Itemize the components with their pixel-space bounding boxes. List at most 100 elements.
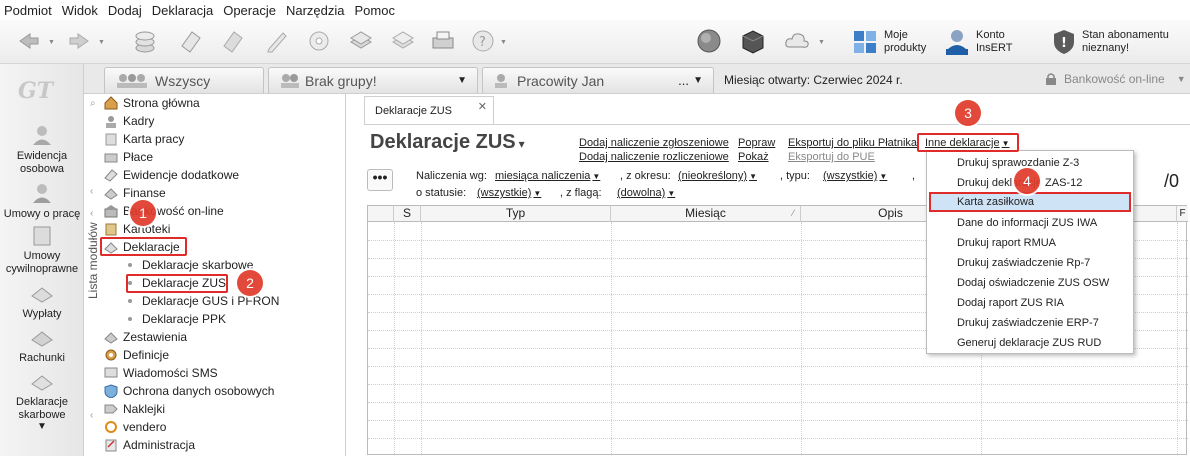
filter-flaga-select[interactable]: (dowolna) ▼ (617, 187, 675, 199)
menu-dodaj[interactable]: Dodaj (108, 3, 142, 18)
strip-scroll-down-icon[interactable]: ▼ (0, 420, 84, 433)
chevron-down-icon[interactable]: ▼ (693, 75, 703, 86)
module-vendero[interactable]: vendero (104, 418, 166, 436)
eraser-icon[interactable] (176, 26, 206, 56)
menu-item-rp7[interactable]: Drukuj zaświadczenie Rp-7 (929, 253, 1131, 273)
module-karta-pracy[interactable]: Karta pracy (104, 130, 184, 148)
column-header-typ[interactable]: Typ (421, 206, 611, 222)
close-icon[interactable]: ✕ (478, 100, 487, 113)
module-place[interactable]: Płace (104, 148, 153, 166)
table-row[interactable] (368, 366, 1188, 367)
tab-wszyscy[interactable]: Wszyscy (104, 67, 264, 93)
strip-rachunki[interactable]: Rachunki (0, 326, 84, 365)
module-naklejki[interactable]: Naklejki (104, 400, 165, 418)
strip-umowy-cywilnoprawne[interactable]: Umowy cywilnoprawne (0, 224, 84, 276)
module-definicje[interactable]: Definicje (104, 346, 169, 364)
strip-deklaracje-skarbowe[interactable]: Deklaracje skarbowe (0, 370, 84, 422)
chevron-down-icon[interactable]: ▾ (519, 137, 525, 151)
table-row[interactable] (368, 402, 1188, 403)
stack-alt-icon[interactable] (388, 26, 418, 56)
konto-insert-button[interactable]: Konto InsERT (944, 26, 1012, 58)
page-title[interactable]: Deklaracje ZUS ▾ (370, 131, 525, 154)
strip-umowy-o-prace[interactable]: Umowy o pracę (0, 182, 84, 221)
module-kadry[interactable]: Kadry (104, 112, 154, 130)
cloud-dropdown-icon[interactable]: ▼ (818, 39, 825, 46)
eraser-alt-icon[interactable] (218, 26, 248, 56)
module-zestawienia[interactable]: Zestawienia (104, 328, 187, 346)
column-header-s[interactable]: S (394, 206, 421, 222)
module-deklaracje[interactable]: Deklaracje (104, 238, 180, 256)
stack-icon[interactable] (346, 26, 376, 56)
module-strona-glowna[interactable]: Strona główna (104, 94, 200, 112)
forward-dropdown-icon[interactable]: ▼ (98, 39, 105, 46)
collapse-left-icon[interactable]: ‹ (90, 410, 93, 421)
globe-icon[interactable] (694, 26, 724, 56)
menu-widok[interactable]: Widok (62, 3, 98, 18)
menu-item-karta-zasilkowa[interactable]: Karta zasiłkowa (929, 192, 1131, 212)
chevron-down-icon[interactable]: ▼ (1177, 74, 1186, 84)
module-administracja[interactable]: Administracja (104, 436, 195, 454)
help-icon[interactable]: ? (468, 26, 498, 56)
menu-podmiot[interactable]: Podmiot (4, 3, 52, 18)
tag-icon[interactable] (304, 26, 334, 56)
menu-item-zus-iwa[interactable]: Dane do informacji ZUS IWA (929, 213, 1131, 233)
menu-item-rmua[interactable]: Drukuj raport RMUA (929, 233, 1131, 253)
add-zgloszeniowe-link[interactable]: Dodaj naliczenie zgłoszeniowe (579, 137, 729, 149)
pokaz-link[interactable]: Pokaż (738, 151, 769, 163)
module-list-vertical-label[interactable]: Lista modułów (84, 94, 104, 456)
tab-brak-grupy[interactable]: Brak grupy! ▼ (268, 67, 478, 93)
submodule-deklaracje-zus[interactable]: Deklaracje ZUS (128, 274, 226, 292)
module-ochrona-danych[interactable]: Ochrona danych osobowych (104, 382, 274, 400)
online-banking-button[interactable]: Bankowość on-line ▼ (1044, 72, 1186, 86)
menu-item-erp7[interactable]: Drukuj zaświadczenie ERP-7 (929, 313, 1131, 333)
menu-deklaracja[interactable]: Deklaracja (152, 3, 213, 18)
printer-icon[interactable] (428, 26, 458, 56)
help-dropdown-icon[interactable]: ▼ (500, 39, 507, 46)
export-platnik-link[interactable]: Eksportuj do pliku Płatnika (788, 137, 917, 149)
menu-narzedzia[interactable]: Narzędzia (286, 3, 345, 18)
table-row[interactable] (368, 438, 1188, 439)
back-arrow-icon[interactable] (14, 26, 44, 56)
module-wiadomosci-sms[interactable]: Wiadomości SMS (104, 364, 218, 382)
module-ewidencje-dodatkowe[interactable]: Ewidencje dodatkowe (104, 166, 239, 184)
filter-okres-select[interactable]: (nieokreślony) ▼ (678, 170, 757, 182)
table-row[interactable] (368, 420, 1188, 421)
box-icon[interactable] (738, 26, 768, 56)
submodule-deklaracje-gus-pfron[interactable]: Deklaracje GUS i PFRON (128, 292, 279, 310)
more-options-button[interactable]: ••• (367, 169, 393, 191)
filter-status-select[interactable]: (wszystkie) ▼ (477, 187, 541, 199)
cloud-icon[interactable] (782, 26, 812, 56)
strip-wyplaty[interactable]: Wypłaty (0, 282, 84, 321)
module-bankowosc[interactable]: Bankowość on-line (104, 202, 224, 220)
submodule-deklaracje-skarbowe[interactable]: Deklaracje skarbowe (128, 256, 253, 274)
collapse-left-icon[interactable]: ‹ (90, 208, 93, 219)
menu-item-zus-ria[interactable]: Dodaj raport ZUS RIA (929, 293, 1131, 313)
popraw-link[interactable]: Popraw (738, 137, 775, 149)
table-row[interactable] (368, 384, 1188, 385)
tab-employee[interactable]: Pracowity Jan ... ▼ (482, 67, 714, 93)
inne-deklaracje-link[interactable]: Inne deklaracje ▼ (925, 137, 1010, 149)
moje-produkty-button[interactable]: Moje produkty (852, 26, 926, 58)
menu-item-zus-rud[interactable]: Generuj deklaracje ZUS RUD (929, 333, 1131, 353)
submodule-deklaracje-ppk[interactable]: Deklaracje PPK (128, 310, 226, 328)
column-header-f[interactable]: F (1177, 206, 1188, 222)
pencil-icon[interactable] (262, 26, 292, 56)
tab-deklaracje-zus[interactable]: Deklaracje ZUS ✕ (364, 96, 494, 124)
back-dropdown-icon[interactable]: ▼ (48, 39, 55, 46)
menu-pomoc[interactable]: Pomoc (355, 3, 395, 18)
employee-more-label[interactable]: ... (678, 73, 689, 88)
filter-naliczenia-select[interactable]: miesiąca naliczenia ▼ (495, 170, 600, 182)
chevron-down-icon[interactable]: ▼ (457, 75, 467, 86)
menu-item-zus-osw[interactable]: Dodaj oświadczenie ZUS OSW (929, 273, 1131, 293)
module-finanse[interactable]: Finanse (104, 184, 166, 202)
filter-typ-select[interactable]: (wszystkie) ▼ (823, 170, 887, 182)
column-header-blank[interactable] (368, 206, 394, 222)
forward-arrow-icon[interactable] (64, 26, 94, 56)
pin-icon[interactable]: ⌕ (90, 98, 96, 109)
subscription-status-button[interactable]: ! Stan abonamentu nieznany! (1052, 26, 1169, 58)
column-header-miesiac[interactable]: Miesiąc ⁄ (611, 206, 801, 222)
strip-ewidencja-osobowa[interactable]: Ewidencja osobowa (0, 124, 84, 176)
add-rozliczeniowe-link[interactable]: Dodaj naliczenie rozliczeniowe (579, 151, 729, 163)
coins-icon[interactable] (130, 26, 160, 56)
menu-operacje[interactable]: Operacje (223, 3, 276, 18)
